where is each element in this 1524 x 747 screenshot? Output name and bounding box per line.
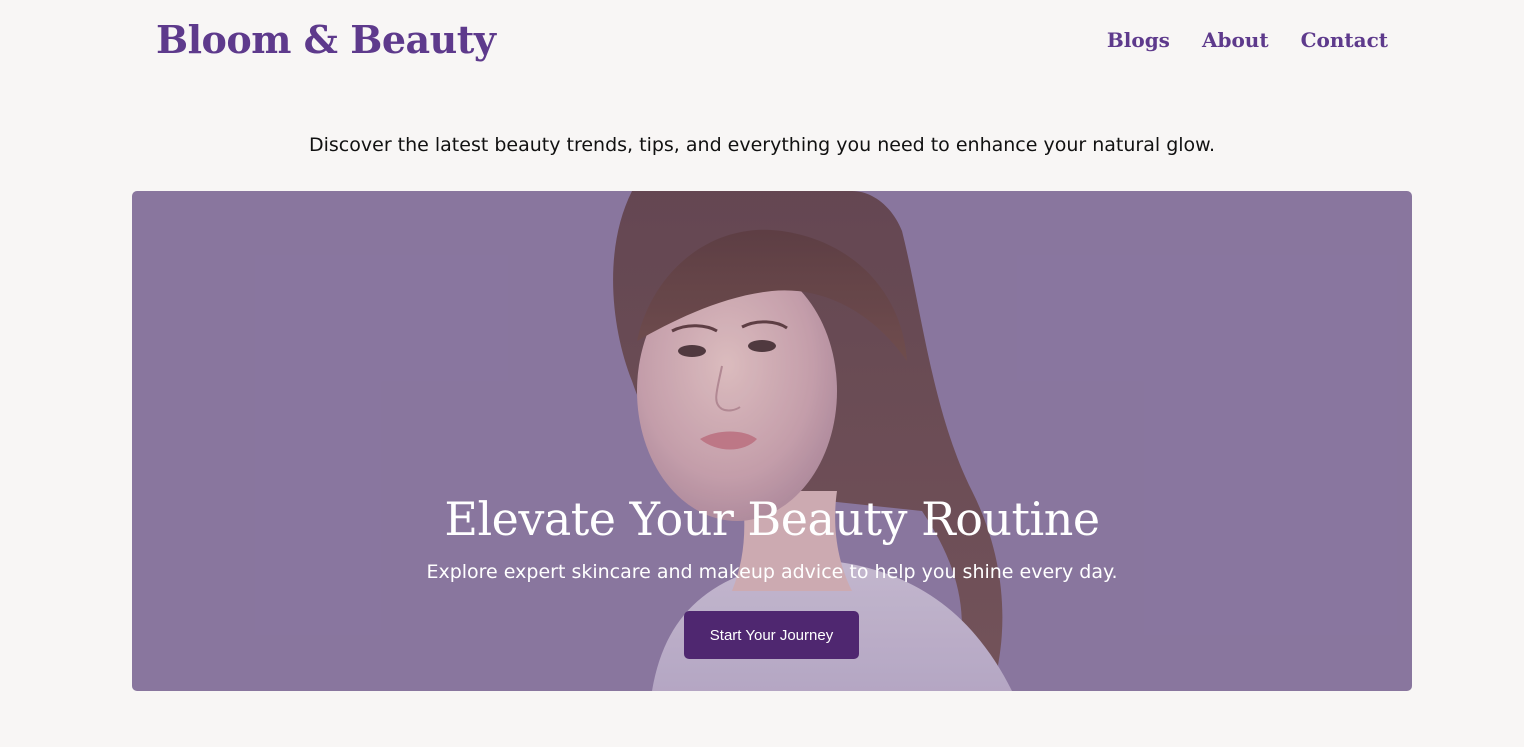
hero-banner: Elevate Your Beauty Routine Explore expe… bbox=[132, 191, 1412, 691]
hero-title: Elevate Your Beauty Routine bbox=[444, 492, 1100, 546]
hero-subtitle: Explore expert skincare and makeup advic… bbox=[426, 561, 1118, 583]
page: Bloom & Beauty Blogs About Contact Disco… bbox=[0, 0, 1524, 747]
tagline: Discover the latest beauty trends, tips,… bbox=[309, 134, 1215, 156]
start-journey-button[interactable]: Start Your Journey bbox=[684, 611, 859, 659]
nav-link-contact[interactable]: Contact bbox=[1301, 26, 1388, 54]
nav-link-blogs[interactable]: Blogs bbox=[1107, 26, 1170, 54]
main-nav: Blogs About Contact bbox=[1107, 26, 1388, 54]
nav-link-about[interactable]: About bbox=[1202, 26, 1269, 54]
brand-logo[interactable]: Bloom & Beauty bbox=[156, 16, 496, 64]
